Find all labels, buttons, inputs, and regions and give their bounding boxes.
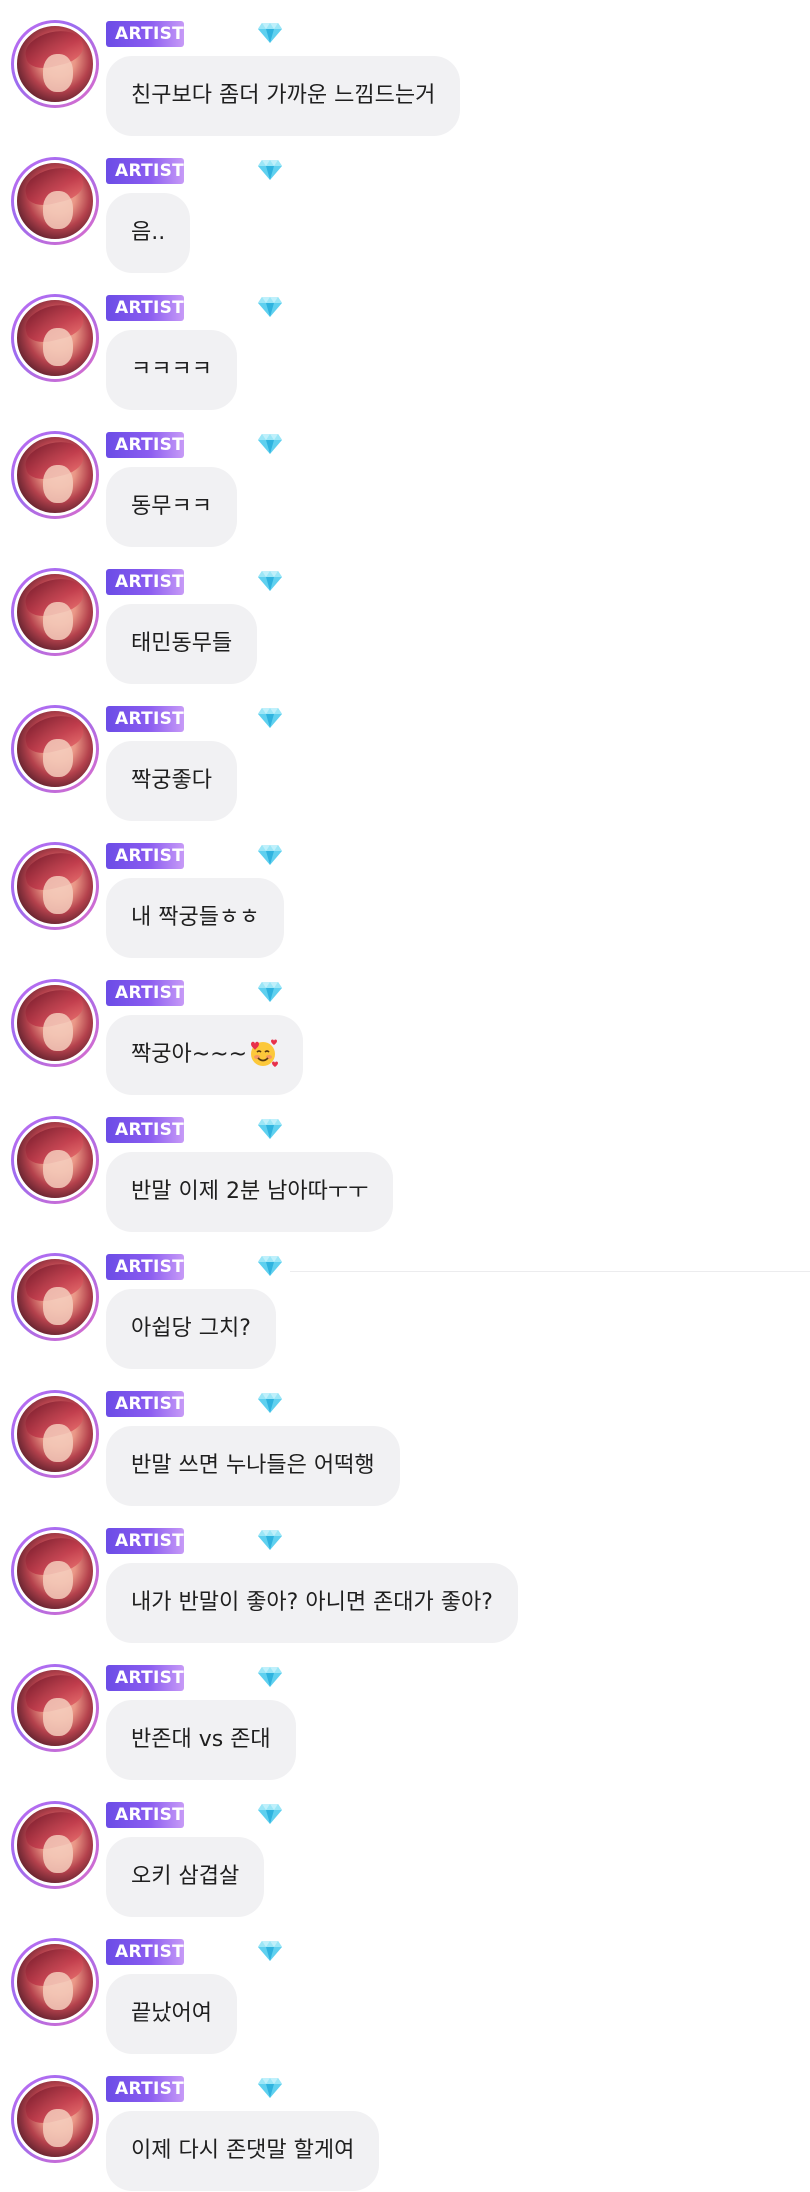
chat-message: ARTIST 반존대 vs 존대: [0, 1644, 810, 1781]
message-text: 짝궁좋다: [131, 768, 212, 793]
message-bubble[interactable]: 끝났어여: [106, 1974, 237, 2054]
artist-avatar[interactable]: [11, 1938, 99, 2026]
artist-badge: ARTIST: [106, 1665, 184, 1691]
message-text: 반말 쓰면 누나들은 어떡행: [131, 1453, 375, 1478]
message-bubble[interactable]: 동무ㅋㅋ: [106, 467, 237, 547]
artist-avatar[interactable]: [11, 294, 99, 382]
diamond-gem-icon: [258, 1119, 282, 1139]
chat-message: ARTIST 오키 삼겹살: [0, 1781, 810, 1918]
message-text: 끝났어여: [131, 2001, 212, 2026]
artist-badge: ARTIST: [106, 1391, 184, 1417]
diamond-gem-icon: [258, 1530, 282, 1550]
chat-message: ARTIST 짝궁좋다: [0, 685, 810, 822]
artist-avatar[interactable]: [11, 1801, 99, 1889]
message-bubble[interactable]: 반말 쓰면 누나들은 어떡행: [106, 1426, 400, 1506]
artist-badge: ARTIST: [106, 980, 184, 1006]
diamond-gem-icon: [258, 1256, 282, 1276]
artist-badge: ARTIST: [106, 569, 184, 595]
chat-message: ARTIST 반말 이제 2분 남아따ㅜㅜ: [0, 1096, 810, 1233]
chat-message: ARTIST ㅋㅋㅋㅋ: [0, 274, 810, 411]
message-bubble[interactable]: 아쉽당 그치?: [106, 1289, 276, 1369]
artist-avatar[interactable]: [11, 2075, 99, 2163]
message-bubble[interactable]: 반말 이제 2분 남아따ㅜㅜ: [106, 1152, 394, 1232]
diamond-gem-icon: [258, 845, 282, 865]
chat-message: ARTIST 반말 쓰면 누나들은 어떡행: [0, 1370, 810, 1507]
message-text: 짝궁아~~~: [131, 1042, 248, 1067]
diamond-gem-icon: [258, 297, 282, 317]
message-text: 동무ㅋㅋ: [131, 494, 212, 519]
chat-message: ARTIST 음..: [0, 137, 810, 274]
diamond-gem-icon: [258, 160, 282, 180]
diamond-gem-icon: [258, 1804, 282, 1824]
artist-badge: ARTIST: [106, 295, 184, 321]
diamond-gem-icon: [258, 1941, 282, 1961]
message-bubble[interactable]: 반존대 vs 존대: [106, 1700, 296, 1780]
artist-badge: ARTIST: [106, 843, 184, 869]
artist-avatar[interactable]: [11, 1253, 99, 1341]
message-text: 반말 이제 2분 남아따ㅜㅜ: [131, 1179, 369, 1204]
artist-avatar[interactable]: [11, 979, 99, 1067]
chat-message: ARTIST 아쉽당 그치?: [0, 1233, 810, 1370]
message-bubble[interactable]: 친구보다 좀더 가까운 느낌드는거: [106, 56, 461, 136]
message-bubble[interactable]: 음..: [106, 193, 191, 273]
message-text: ㅋㅋㅋㅋ: [131, 357, 212, 382]
artist-avatar[interactable]: [11, 568, 99, 656]
artist-avatar[interactable]: [11, 1390, 99, 1478]
chat-message: ARTIST 동무ㅋㅋ: [0, 411, 810, 548]
artist-avatar[interactable]: [11, 1116, 99, 1204]
message-bubble[interactable]: 태민동무들: [106, 604, 258, 684]
diamond-gem-icon: [258, 1667, 282, 1687]
chat-message: ARTIST 이제 다시 존댓말 할게여: [0, 2055, 810, 2192]
artist-badge: ARTIST: [106, 2076, 184, 2102]
artist-avatar[interactable]: [11, 20, 99, 108]
message-bubble[interactable]: 짝궁좋다: [106, 741, 237, 821]
message-text: 내 짝궁들ㅎㅎ: [131, 905, 260, 930]
message-bubble[interactable]: 이제 다시 존댓말 할게여: [106, 2111, 380, 2191]
artist-avatar[interactable]: [11, 1527, 99, 1615]
message-bubble[interactable]: 내가 반말이 좋아? 아니면 존대가 좋아?: [106, 1563, 518, 1643]
chat-message: ARTIST 태민동무들: [0, 548, 810, 685]
artist-badge: ARTIST: [106, 21, 184, 47]
diamond-gem-icon: [258, 2078, 282, 2098]
diamond-gem-icon: [258, 434, 282, 454]
artist-avatar[interactable]: [11, 1664, 99, 1752]
chat-message: ARTIST 내 짝궁들ㅎㅎ: [0, 822, 810, 959]
diamond-gem-icon: [258, 982, 282, 1002]
artist-badge: ARTIST: [106, 1528, 184, 1554]
message-text: 아쉽당 그치?: [131, 1316, 251, 1341]
message-text: 친구보다 좀더 가까운 느낌드는거: [131, 83, 436, 108]
chat-message-list: ARTIST 친구보다 좀더 가까운 느낌드는거 ARTIST 음.. ARTI…: [0, 0, 810, 2191]
message-text: 음..: [131, 220, 166, 245]
artist-avatar[interactable]: [11, 705, 99, 793]
message-text: 반존대 vs 존대: [131, 1727, 271, 1752]
artist-avatar[interactable]: [11, 842, 99, 930]
diamond-gem-icon: [258, 708, 282, 728]
message-bubble[interactable]: 오키 삼겹살: [106, 1837, 265, 1917]
chat-message: ARTIST 내가 반말이 좋아? 아니면 존대가 좋아?: [0, 1507, 810, 1644]
message-bubble[interactable]: 내 짝궁들ㅎㅎ: [106, 878, 285, 958]
smiling-face-with-hearts-emoji: [251, 1039, 279, 1067]
message-text: 태민동무들: [131, 631, 233, 656]
message-text: 오키 삼겹살: [131, 1864, 240, 1889]
diamond-gem-icon: [258, 1393, 282, 1413]
artist-avatar[interactable]: [11, 157, 99, 245]
message-text: 내가 반말이 좋아? 아니면 존대가 좋아?: [131, 1590, 493, 1615]
artist-badge: ARTIST: [106, 1939, 184, 1965]
artist-badge: ARTIST: [106, 158, 184, 184]
artist-badge: ARTIST: [106, 1254, 184, 1280]
artist-avatar[interactable]: [11, 431, 99, 519]
chat-message: ARTIST 짝궁아~~~: [0, 959, 810, 1096]
diamond-gem-icon: [258, 23, 282, 43]
message-bubble[interactable]: ㅋㅋㅋㅋ: [106, 330, 237, 410]
message-text: 이제 다시 존댓말 할게여: [131, 2138, 355, 2163]
artist-badge: ARTIST: [106, 706, 184, 732]
artist-badge: ARTIST: [106, 1802, 184, 1828]
artist-badge: ARTIST: [106, 1117, 184, 1143]
message-bubble[interactable]: 짝궁아~~~: [106, 1015, 304, 1095]
chat-message: ARTIST 친구보다 좀더 가까운 느낌드는거: [0, 0, 810, 137]
chat-message: ARTIST 끝났어여: [0, 1918, 810, 2055]
diamond-gem-icon: [258, 571, 282, 591]
artist-badge: ARTIST: [106, 432, 184, 458]
